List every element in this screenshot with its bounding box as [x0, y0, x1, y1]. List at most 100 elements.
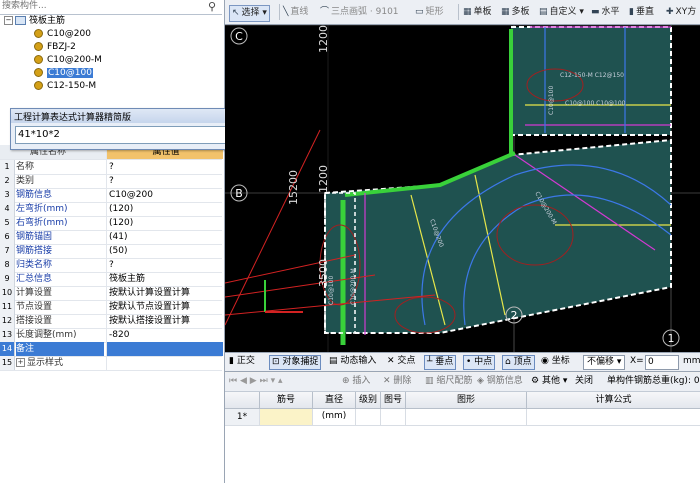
- xy-button[interactable]: ✚ XY方: [666, 5, 696, 20]
- nav-first-icon[interactable]: ⏮: [229, 376, 237, 386]
- table-cell[interactable]: [260, 409, 313, 426]
- line-button[interactable]: ╲ 直线: [283, 5, 308, 20]
- property-row[interactable]: 3 钢筋信息 C10@200: [0, 188, 222, 203]
- col-header[interactable]: 图形: [406, 392, 527, 409]
- table-cell[interactable]: [313, 409, 356, 426]
- nav-down-icon[interactable]: ▾: [271, 376, 276, 386]
- property-row[interactable]: 13 长度调整(mm) -820: [0, 328, 222, 343]
- insert-icon: ⊕: [342, 376, 353, 386]
- nav-prev-icon[interactable]: ◀: [240, 376, 247, 386]
- canvas-drawing[interactable]: C B 2 1 1200 15200 1200 3500 C12-150-M C…: [225, 25, 700, 352]
- property-row[interactable]: 14 备注: [0, 342, 223, 357]
- property-value[interactable]: C10@200: [106, 188, 223, 202]
- tree-item-label: FBZJ-2: [47, 42, 76, 52]
- property-row[interactable]: 9 汇总信息 筏板主筋: [0, 272, 222, 287]
- insert-label: 插入: [352, 376, 371, 386]
- tree-item-selected[interactable]: C10@100: [34, 68, 93, 79]
- drawing-canvas[interactable]: C B 2 1 1200 15200 1200 3500 C12-150-M C…: [225, 25, 700, 352]
- tree-item[interactable]: C10@200-M: [34, 55, 102, 66]
- vertical-icon: ▮: [629, 7, 634, 17]
- property-value[interactable]: (120): [106, 202, 223, 216]
- ortho-toggle[interactable]: ▮ 正交: [229, 355, 255, 368]
- rebar-info-button[interactable]: ◈ 钢筋信息: [477, 375, 523, 388]
- col-header[interactable]: 计算公式: [527, 392, 700, 409]
- property-value[interactable]: (120): [106, 216, 223, 230]
- property-row[interactable]: 11 节点设置 按默认节点设置计算: [0, 300, 222, 315]
- perpendicular-toggle[interactable]: ┴ 垂点: [424, 355, 457, 370]
- arc-button[interactable]: ⌒ 三点画弧 · 9101: [320, 5, 399, 20]
- property-value[interactable]: 筏板主筋: [106, 272, 223, 286]
- offset-dropdown[interactable]: 不偏移 ▾: [583, 355, 626, 370]
- tree-root[interactable]: − 筏板主筋: [4, 16, 65, 27]
- property-value[interactable]: 按默认节点设置计算: [106, 300, 223, 314]
- col-header[interactable]: 图号: [381, 392, 406, 409]
- search-input[interactable]: [2, 0, 198, 12]
- nav-last-icon[interactable]: ⏭: [260, 376, 268, 386]
- property-name: 汇总信息: [16, 274, 53, 284]
- custom-button[interactable]: ▤ 自定义 ▾: [539, 5, 584, 20]
- property-value[interactable]: ?: [106, 174, 223, 188]
- row-number: 14: [0, 342, 15, 356]
- collapse-icon[interactable]: −: [4, 16, 13, 25]
- property-row[interactable]: 5 右弯折(mm) (120): [0, 216, 222, 231]
- single-slab-button[interactable]: ▦ 单板: [463, 5, 492, 20]
- property-value[interactable]: ?: [106, 258, 223, 272]
- tree-root-label: 筏板主筋: [29, 16, 66, 26]
- nav-buttons[interactable]: ⏮ ◀ ▶ ⏭ ▾ ▴: [229, 375, 283, 388]
- rect-button[interactable]: ▭ 矩形: [415, 5, 444, 20]
- property-value[interactable]: [106, 356, 223, 370]
- row-number: 4: [0, 202, 15, 216]
- select-button[interactable]: ↖ 选择 ▾: [229, 5, 270, 22]
- intersection-toggle[interactable]: ✕ 交点: [387, 355, 415, 368]
- col-header[interactable]: 级别: [356, 392, 381, 409]
- property-row[interactable]: 1 名称?: [0, 160, 222, 175]
- other-button[interactable]: ⚙ 其他 ▾: [531, 375, 567, 388]
- property-value[interactable]: -820: [106, 328, 223, 342]
- search-icon[interactable]: ⚲: [208, 0, 216, 13]
- property-row[interactable]: 8 归类名称?: [0, 258, 222, 273]
- property-row[interactable]: 7 钢筋搭接 (50): [0, 244, 222, 259]
- col-header[interactable]: 筋号: [260, 392, 313, 409]
- property-value[interactable]: ?: [106, 160, 223, 174]
- coordinate-toggle[interactable]: ◉ 坐标: [541, 355, 570, 368]
- table-cell[interactable]: [356, 409, 381, 426]
- table-cell[interactable]: [527, 409, 700, 426]
- nav-next-icon[interactable]: ▶: [250, 376, 257, 386]
- property-row[interactable]: 2 类别?: [0, 174, 222, 189]
- delete-button[interactable]: ✕ 删除: [383, 375, 411, 388]
- property-row[interactable]: 10 计算设置 按默认计算设置计算: [0, 286, 222, 301]
- col-header[interactable]: 直径(mm): [313, 392, 356, 421]
- insert-button[interactable]: ⊕ 插入: [342, 375, 370, 388]
- tree-item[interactable]: C12-150-M: [34, 81, 96, 92]
- vertex-toggle[interactable]: ⌂ 顶点: [502, 355, 535, 370]
- property-row[interactable]: 15 + 显示样式: [0, 356, 222, 371]
- multi-slab-button[interactable]: ▦ 多板: [501, 5, 530, 20]
- midpoint-toggle[interactable]: • 中点: [463, 355, 496, 370]
- vertical-button[interactable]: ▮ 垂直: [629, 5, 654, 20]
- property-value[interactable]: 按默认搭接设置计算: [106, 314, 223, 328]
- property-value[interactable]: [106, 342, 223, 356]
- expand-icon[interactable]: +: [16, 358, 25, 367]
- snap-toolbar: ▮ 正交 ⊡ 对象捕捉 ▤ 动态输入 ✕ 交点 ┴ 垂点 • 中点 ⌂ 顶点 ◉…: [225, 352, 700, 372]
- property-row[interactable]: 4 左弯折(mm) (120): [0, 202, 222, 217]
- tree-item[interactable]: FBZJ-2: [34, 42, 76, 53]
- horizontal-button[interactable]: ▬ 水平: [591, 5, 620, 20]
- close-button[interactable]: 关闭: [575, 375, 593, 388]
- tree-item[interactable]: C10@200: [34, 29, 91, 40]
- x-input[interactable]: 0: [645, 355, 679, 370]
- dynamic-input-toggle[interactable]: ▤ 动态输入: [329, 355, 376, 368]
- nav-up-icon[interactable]: ▴: [278, 376, 283, 386]
- scale-config-button[interactable]: ▥ 缩尺配筋: [425, 375, 472, 388]
- property-value[interactable]: (50): [106, 244, 223, 258]
- gear-icon: [34, 68, 43, 77]
- object-snap-toggle[interactable]: ⊡ 对象捕捉: [269, 355, 322, 370]
- property-value[interactable]: (41): [106, 230, 223, 244]
- table-cell[interactable]: [381, 409, 406, 426]
- rebar-label: C10@100: [328, 276, 335, 305]
- scale-icon: ▥: [425, 376, 437, 386]
- property-value[interactable]: 按默认计算设置计算: [106, 286, 223, 300]
- table-cell[interactable]: [406, 409, 527, 426]
- property-row[interactable]: 6 钢筋锚固 (41): [0, 230, 222, 245]
- property-row[interactable]: 12 搭接设置 按默认搭接设置计算: [0, 314, 222, 329]
- rebar-label: C10@100 C10@100: [565, 100, 626, 107]
